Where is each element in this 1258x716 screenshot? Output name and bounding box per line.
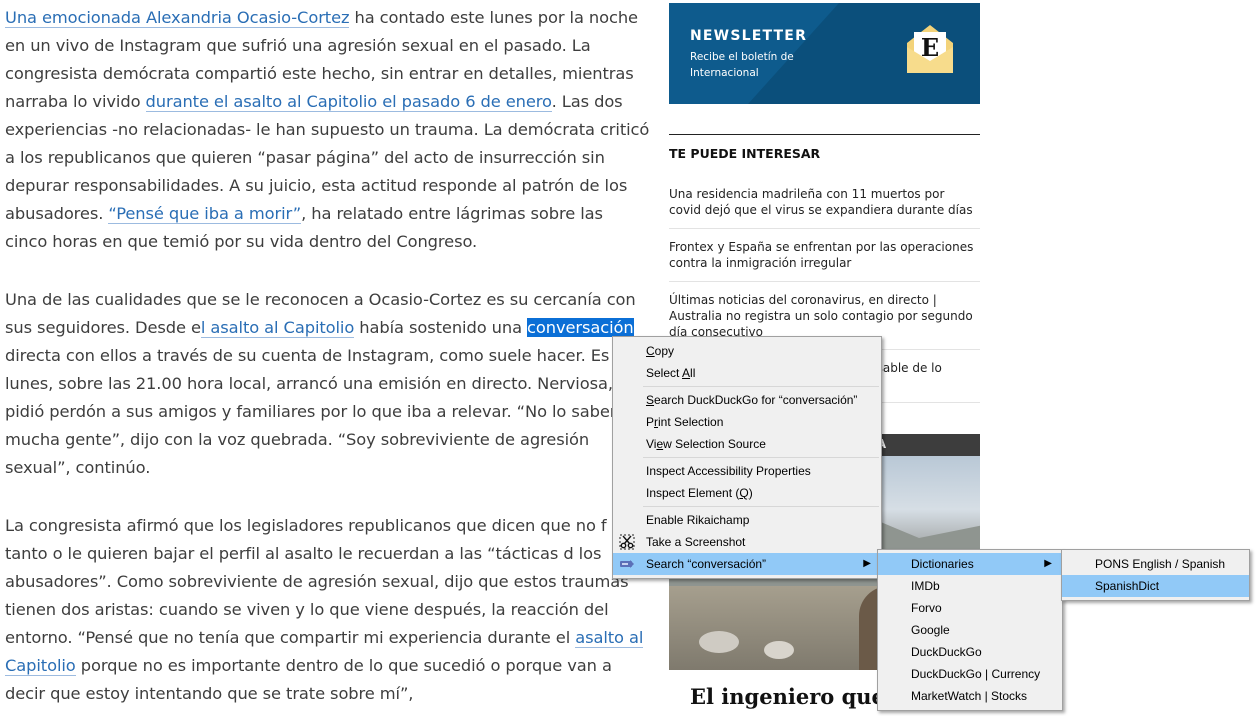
search-submenu: Dictionaries ▶ IMDb Forvo Google DuckDuc… — [877, 549, 1063, 711]
menu-separator — [643, 386, 879, 387]
article-paragraph-2: Una de las cualidades que se le reconoce… — [5, 286, 650, 482]
menu-item-view-selection-source[interactable]: View Selection Source — [613, 433, 881, 455]
submenu-item-google[interactable]: Google — [878, 619, 1062, 641]
menu-item-take-screenshot[interactable]: Take a Screenshot — [613, 531, 881, 553]
section-divider — [669, 134, 980, 135]
menu-separator — [643, 506, 879, 507]
menu-item-label: Search “conversación” — [646, 557, 767, 571]
newsletter-title: NEWSLETTER — [690, 28, 808, 44]
photo-rock — [699, 631, 739, 653]
article-link-aoc[interactable]: Una emocionada Alexandria Ocasio-Cortez — [5, 8, 350, 28]
submenu-arrow-icon: ▶ — [1044, 558, 1052, 569]
menu-item-search-duckduckgo[interactable]: Search DuckDuckGo for “conversación” — [613, 389, 881, 411]
menu-item-inspect-element[interactable]: Inspect Element (Q) — [613, 482, 881, 504]
newsletter-banner[interactable]: NEWSLETTER Recibe el boletín de Internac… — [669, 3, 980, 104]
recommend-heading: TE PUEDE INTERESAR — [669, 146, 821, 161]
menu-item-label: Dictionaries — [911, 557, 974, 571]
newsletter-subtitle: Recibe el boletín de Internacional — [690, 51, 794, 79]
menu-separator — [643, 457, 879, 458]
recommend-item[interactable]: Una residencia madrileña con 11 muertos … — [669, 176, 980, 229]
submenu-item-forvo[interactable]: Forvo — [878, 597, 1062, 619]
submenu-item-spanishdict[interactable]: SpanishDict — [1062, 575, 1249, 597]
submenu-item-marketwatch-stocks[interactable]: MarketWatch | Stocks — [878, 685, 1062, 707]
submenu-item-duckduckgo[interactable]: DuckDuckGo — [878, 641, 1062, 663]
article-link-pense-morir[interactable]: “Pensé que iba a morir” — [108, 204, 301, 224]
submenu-item-duckduckgo-currency[interactable]: DuckDuckGo | Currency — [878, 663, 1062, 685]
envelope-logo-icon: E — [907, 25, 953, 73]
article-text: porque no es importante dentro de lo que… — [5, 656, 612, 703]
menu-item-print-selection[interactable]: Print Selection — [613, 411, 881, 433]
article-paragraph-1: Una emocionada Alexandria Ocasio-Cortez … — [5, 4, 650, 256]
menu-item-inspect-accessibility[interactable]: Inspect Accessibility Properties — [613, 460, 881, 482]
submenu-item-dictionaries[interactable]: Dictionaries ▶ — [878, 553, 1062, 575]
menu-item-copy[interactable]: Copy — [613, 340, 881, 362]
search-extension-icon — [620, 560, 634, 568]
photo-rock — [764, 641, 794, 659]
article-text: había sostenido una — [354, 318, 528, 337]
submenu-arrow-icon: ▶ — [863, 558, 871, 569]
scissors-screenshot-icon — [619, 534, 635, 550]
article-text: directa con ellos a través de su cuenta … — [5, 346, 620, 477]
dictionaries-submenu: PONS English / Spanish SpanishDict — [1061, 549, 1250, 601]
context-menu: Copy Select All Search DuckDuckGo for “c… — [612, 336, 882, 579]
menu-item-enable-rikaichamp[interactable]: Enable Rikaichamp — [613, 509, 881, 531]
article-text: La congresista afirmó que los legislador… — [5, 516, 649, 647]
article-paragraph-3: La congresista afirmó que los legislador… — [5, 512, 650, 708]
menu-item-select-all[interactable]: Select All — [613, 362, 881, 384]
article-body: Una emocionada Alexandria Ocasio-Cortez … — [5, 4, 650, 716]
submenu-item-imdb[interactable]: IMDb — [878, 575, 1062, 597]
selected-text[interactable]: conversación — [527, 318, 634, 337]
menu-item-label: Take a Screenshot — [646, 535, 746, 549]
article-link-capitol-jan6[interactable]: durante el asalto al Capitolio el pasado… — [145, 92, 552, 112]
submenu-item-pons[interactable]: PONS English / Spanish — [1062, 553, 1249, 575]
recommend-item[interactable]: Frontex y España se enfrentan por las op… — [669, 229, 980, 282]
article-link-capitol[interactable]: l asalto al Capitolio — [200, 318, 354, 338]
menu-item-search-selection[interactable]: Search “conversación” ▶ — [613, 553, 881, 575]
